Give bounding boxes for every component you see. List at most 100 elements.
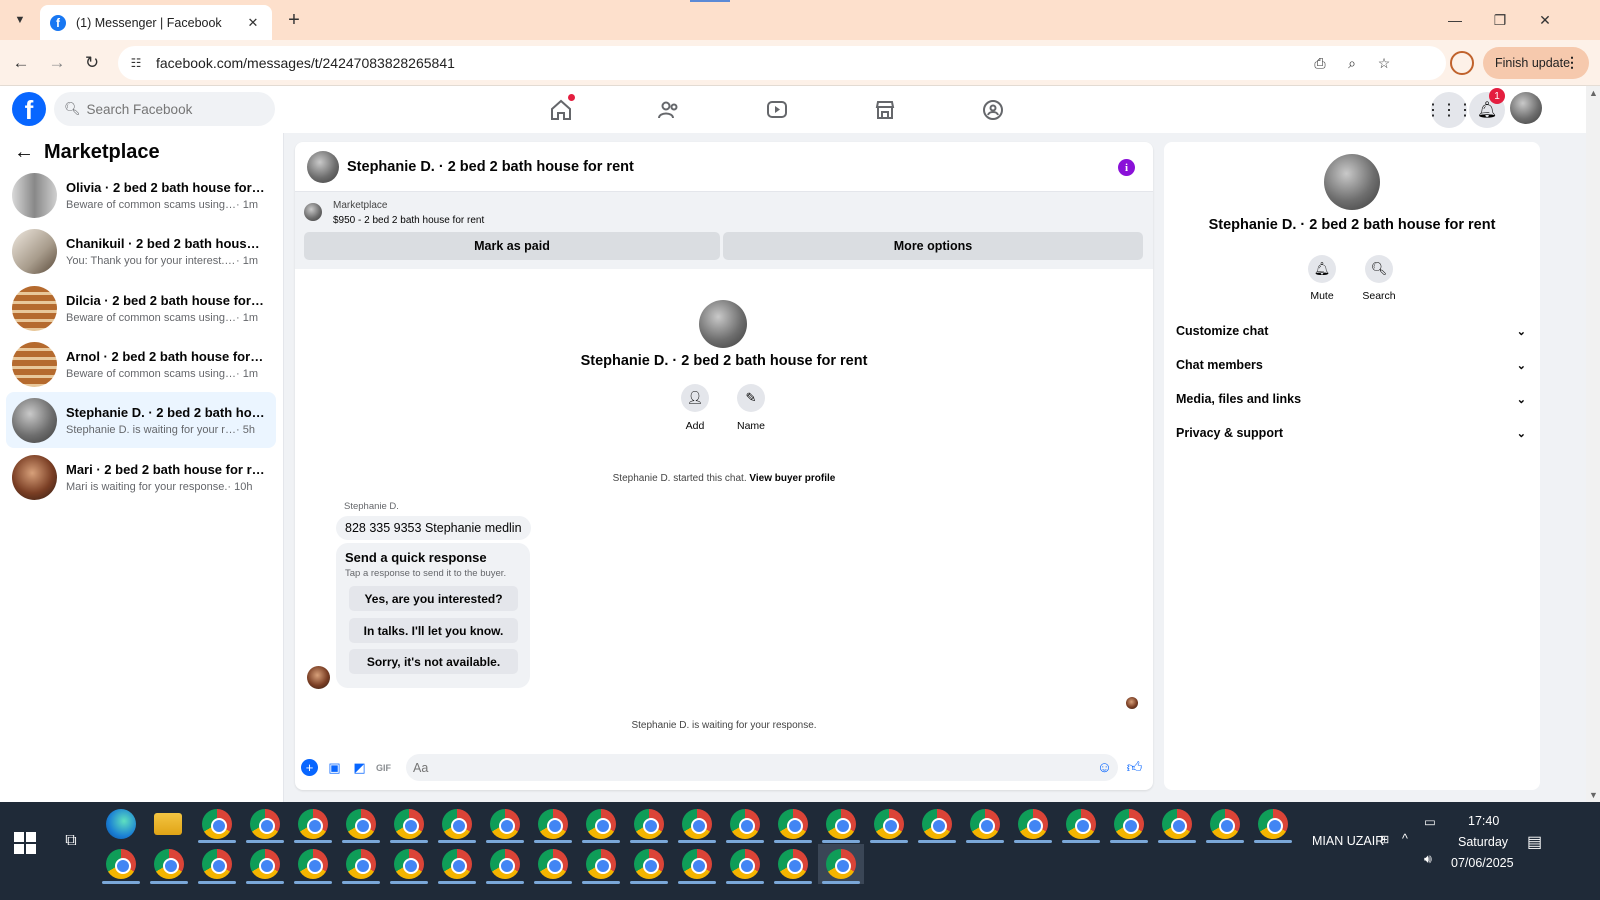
chat-header[interactable]: Stephanie D. · 2 bed 2 bath house for re… (295, 142, 1153, 192)
mute-button[interactable]: 🔔︎ Mute (1292, 255, 1352, 302)
chrome-window-icon[interactable] (634, 809, 664, 839)
chrome-window-icon[interactable] (106, 849, 136, 879)
media-files-section[interactable]: Media, files and links ⌄ (1176, 385, 1528, 413)
chrome-window-icon[interactable] (1066, 809, 1096, 839)
facebook-search[interactable]: 🔍︎ (54, 92, 275, 126)
chrome-window-icon[interactable] (394, 849, 424, 879)
tray-expand-icon[interactable]: ^ (1402, 832, 1408, 846)
notifications-button[interactable]: 🔔︎ 1 (1469, 88, 1505, 128)
chrome-window-icon[interactable] (250, 849, 280, 879)
page-scrollbar[interactable]: ▲ ▼ (1586, 86, 1600, 802)
tab-close-icon[interactable]: ✕ (244, 15, 262, 31)
info-icon[interactable]: i (1118, 159, 1135, 176)
view-buyer-profile-link[interactable]: View buyer profile (749, 473, 835, 484)
chat-title[interactable]: Stephanie D. · 2 bed 2 bath house for re… (347, 159, 634, 175)
search-input[interactable] (86, 101, 267, 117)
chrome-window-icon[interactable] (538, 849, 568, 879)
chrome-window-icon[interactable] (442, 809, 472, 839)
scroll-up-icon[interactable]: ▲ (1589, 88, 1598, 98)
volume-icon[interactable]: 🔊︎ (1424, 852, 1432, 867)
conversation-item[interactable]: Arnol · 2 bed 2 bath house for rent Bewa… (6, 336, 276, 392)
chat-avatar[interactable] (307, 150, 339, 183)
install-app-icon[interactable]: ⎙ (1308, 51, 1332, 75)
new-tab-button[interactable]: + (282, 8, 306, 32)
message-input-box[interactable] (406, 754, 1118, 781)
facebook-logo-icon[interactable]: f (12, 92, 46, 126)
conversation-item[interactable]: Chanikuil · 2 bed 2 bath house for ... Y… (6, 223, 276, 279)
chrome-window-icon[interactable] (394, 809, 424, 839)
chrome-window-icon[interactable] (1018, 809, 1048, 839)
close-window-icon[interactable]: ✕ (1530, 8, 1560, 32)
chrome-window-icon[interactable] (778, 849, 808, 879)
sticker-icon[interactable]: ◩ (351, 759, 368, 776)
tab-search-dropdown-icon[interactable]: ▼ (8, 8, 32, 32)
chrome-window-icon[interactable] (682, 809, 712, 839)
chrome-window-icon[interactable] (970, 809, 1000, 839)
chrome-window-icon[interactable] (826, 809, 856, 839)
bookmark-star-icon[interactable]: ☆ (1372, 51, 1396, 75)
gif-icon[interactable]: GIF (375, 759, 392, 776)
chrome-window-icon[interactable] (202, 849, 232, 879)
customize-chat-section[interactable]: Customize chat ⌄ (1176, 317, 1528, 345)
restore-icon[interactable]: ❐ (1485, 8, 1515, 32)
edge-icon[interactable] (106, 809, 136, 839)
browser-tab[interactable]: f (1) Messenger | Facebook ✕ (40, 5, 272, 40)
info-avatar[interactable] (1324, 154, 1380, 210)
browser-profile-icon[interactable] (1450, 51, 1474, 75)
more-options-button[interactable]: More options (723, 232, 1143, 260)
clock-date[interactable]: 07/06/2025 (1451, 856, 1514, 870)
network-icon[interactable]: ⊞ (1380, 833, 1389, 846)
reload-icon[interactable]: ↻ (80, 51, 104, 75)
chrome-window-icon[interactable] (586, 849, 616, 879)
back-icon[interactable]: ← (9, 51, 33, 75)
chrome-window-icon[interactable] (922, 809, 952, 839)
task-view-icon[interactable]: ⧉ (60, 832, 82, 854)
chrome-window-icon[interactable] (1210, 809, 1240, 839)
chrome-window-icon[interactable] (298, 849, 328, 879)
search-in-chat-button[interactable]: 🔍︎ Search (1349, 255, 1409, 302)
address-bar[interactable]: ☷ facebook.com/messages/t/24247083828265… (118, 46, 1446, 80)
nav-video[interactable] (722, 86, 832, 133)
nav-marketplace[interactable] (830, 86, 940, 133)
clock-time[interactable]: 17:40 (1468, 814, 1499, 828)
url-text[interactable]: facebook.com/messages/t/2424708382826584… (156, 55, 455, 71)
scroll-down-icon[interactable]: ▼ (1589, 790, 1598, 800)
quick-response-option[interactable]: Sorry, it's not available. (349, 649, 518, 674)
chrome-window-icon[interactable] (490, 809, 520, 839)
chrome-window-icon[interactable] (346, 809, 376, 839)
chrome-window-icon[interactable] (682, 849, 712, 879)
listing-thumbnail[interactable] (304, 203, 322, 221)
chrome-window-icon[interactable] (1114, 809, 1144, 839)
zoom-icon[interactable]: ⌕ (1340, 51, 1364, 75)
account-avatar[interactable] (1510, 92, 1542, 124)
chrome-window-icon[interactable] (730, 849, 760, 879)
chrome-window-icon[interactable] (586, 809, 616, 839)
chrome-window-icon[interactable] (778, 809, 808, 839)
emoji-icon[interactable]: ☺ (1096, 759, 1113, 776)
chrome-window-icon[interactable] (442, 849, 472, 879)
forward-icon[interactable]: → (45, 51, 69, 75)
windows-start-icon[interactable] (14, 832, 36, 854)
chrome-window-icon[interactable] (1258, 809, 1288, 839)
add-people-button[interactable]: 👤︎ Add (665, 384, 725, 432)
display-icon[interactable]: ▭ (1424, 814, 1436, 829)
photo-icon[interactable]: ▣ (326, 759, 343, 776)
chrome-window-icon[interactable] (346, 849, 376, 879)
nav-home[interactable] (506, 86, 616, 133)
nav-groups[interactable] (938, 86, 1048, 133)
chrome-window-icon[interactable] (730, 809, 760, 839)
quick-response-option[interactable]: In talks. I'll let you know. (349, 618, 518, 643)
chrome-window-icon[interactable] (1162, 809, 1192, 839)
minimize-icon[interactable]: — (1440, 8, 1470, 32)
quick-response-option[interactable]: Yes, are you interested? (349, 586, 518, 611)
message-input[interactable] (413, 760, 1063, 775)
chrome-window-icon[interactable] (826, 849, 856, 879)
notifications-center-icon[interactable]: ▤ (1527, 832, 1542, 852)
chrome-window-icon[interactable] (154, 849, 184, 879)
conversation-item[interactable]: Mari · 2 bed 2 bath house for rent Mari … (6, 449, 276, 505)
chat-members-section[interactable]: Chat members ⌄ (1176, 351, 1528, 379)
nav-friends[interactable] (614, 86, 724, 133)
site-settings-icon[interactable]: ☷ (124, 51, 148, 75)
chrome-window-icon[interactable] (874, 809, 904, 839)
conversation-item[interactable]: Olivia · 2 bed 2 bath house for rent Bew… (6, 167, 276, 223)
